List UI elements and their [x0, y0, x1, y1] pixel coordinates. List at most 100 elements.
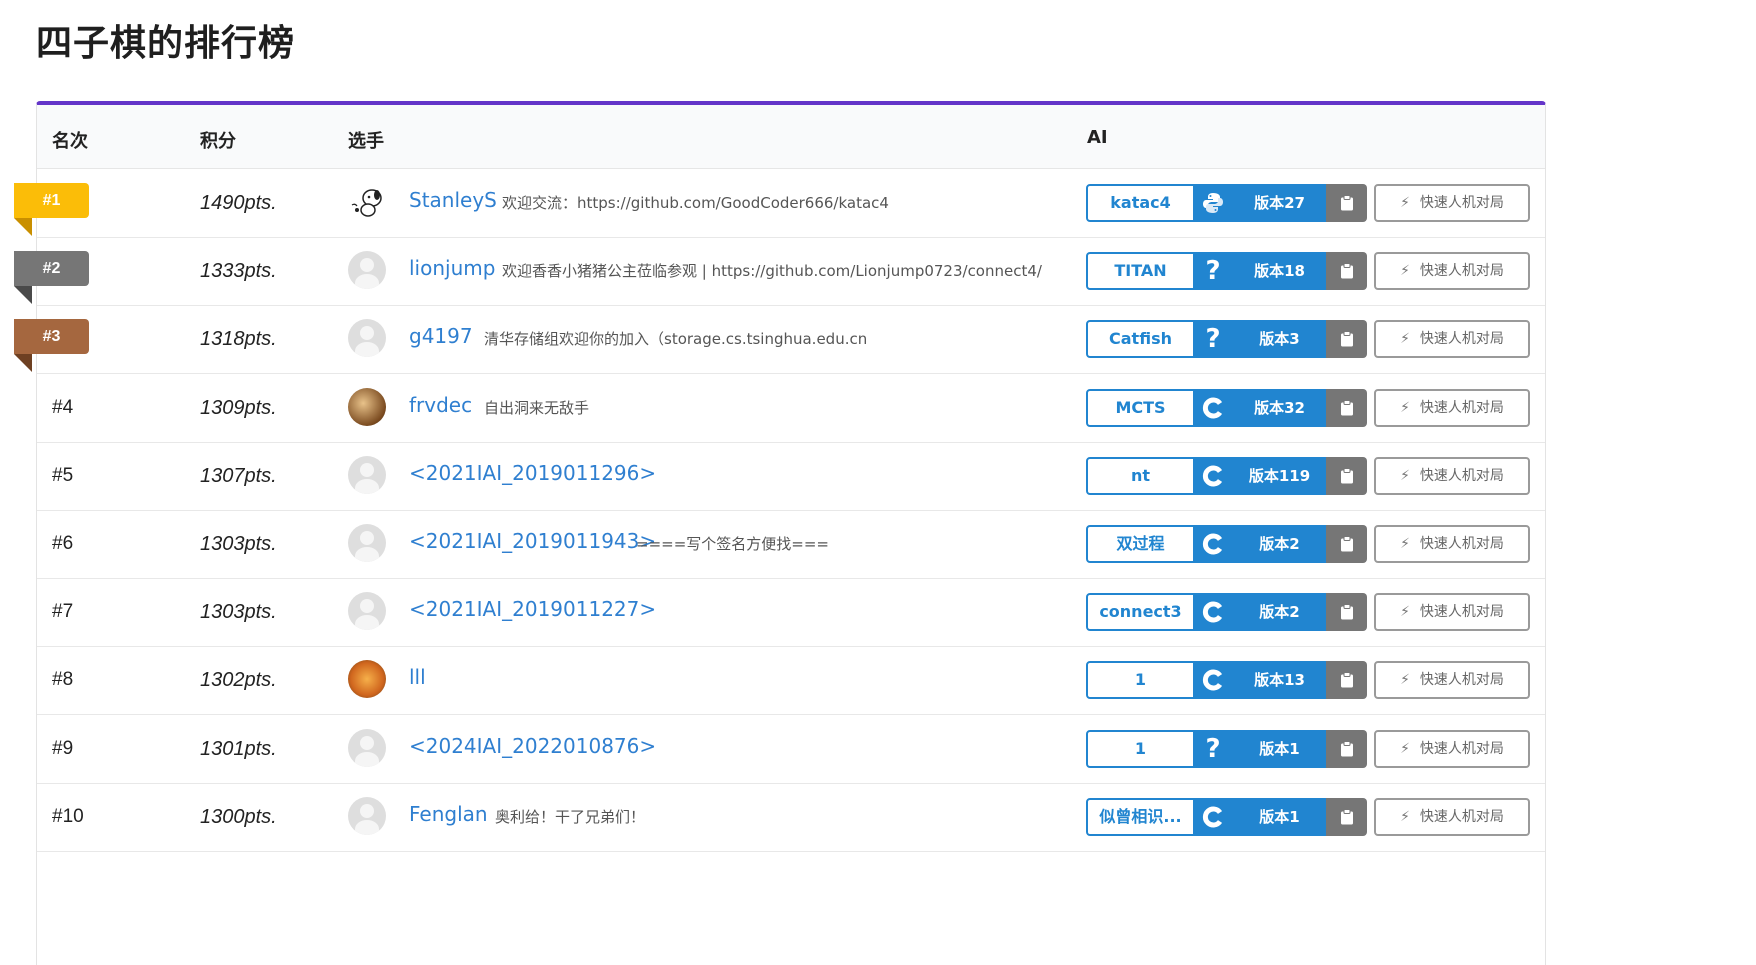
ai-version-button[interactable]: 版本3 [1233, 320, 1326, 359]
quick-match-button[interactable]: ⚡ 快速人机对局 [1374, 252, 1530, 291]
ai-name-button[interactable]: 1 [1086, 729, 1195, 768]
player-name-link[interactable]: <2021IAI_2019011227> [409, 597, 656, 621]
ai-name-button[interactable]: 似曾相识... [1086, 797, 1195, 836]
player-motto: 清华存储组欢迎你的加入（storage.cs.tsinghua.edu.cn [484, 330, 868, 349]
avatar[interactable] [348, 524, 386, 562]
ai-version-button[interactable]: 版本18 [1233, 252, 1326, 291]
rank-label: #8 [52, 669, 74, 691]
clipboard-icon[interactable] [1326, 525, 1367, 563]
quick-match-button[interactable]: ⚡ 快速人机对局 [1374, 729, 1530, 768]
avatar[interactable] [348, 455, 386, 494]
ai-button-group: TITAN ? 版本18 [1086, 252, 1367, 291]
table-row: #5 1307pts. <2021IAI_2019011296> nt 版本119 … [37, 442, 1545, 511]
ai-version-button[interactable]: 版本1 [1233, 797, 1326, 836]
quick-match-button[interactable]: ⚡ 快速人机对局 [1374, 797, 1530, 836]
bolt-icon: ⚡ [1400, 399, 1410, 416]
ai-name-button[interactable]: 1 [1086, 661, 1195, 700]
player-motto: 欢迎交流：https://github.com/GoodCoder666/kat… [502, 194, 889, 212]
rank-label: #4 [52, 396, 74, 418]
player-name-link[interactable]: frvdec [409, 393, 472, 417]
ai-name-button[interactable]: katac4 [1086, 184, 1195, 222]
ai-button-group: katac4 版本27 [1086, 184, 1367, 222]
page-title: 四子棋的排行榜 [36, 23, 296, 64]
player-name-link[interactable]: g4197 [409, 324, 473, 348]
table-row: #2 1333pts. lionjump 欢迎香香小猪猪公主莅临参观 | https:… [14, 237, 1545, 307]
ai-button-group: nt 版本119 [1086, 456, 1367, 495]
header-ai: AI [1087, 127, 1108, 148]
quick-match-button[interactable]: ⚡ 快速人机对局 [1374, 593, 1530, 632]
unknown-icon: ? [1193, 252, 1233, 291]
player-motto: ====写个签名方便找=== [636, 535, 829, 553]
ai-version-button[interactable]: 版本2 [1233, 593, 1326, 632]
c-icon [1193, 661, 1233, 700]
ai-button-group: 1 版本13 [1086, 661, 1367, 700]
quick-match-button[interactable]: ⚡ 快速人机对局 [1374, 525, 1530, 563]
player-name-link[interactable]: <2024IAI_2022010876> [409, 734, 656, 758]
clipboard-icon[interactable] [1326, 252, 1367, 291]
ai-name-button[interactable]: connect3 [1086, 593, 1195, 632]
leaderboard-table: 名次 积分 选手 AI #1 1490pts. StanleyS 欢迎交流：https… [14, 101, 1546, 965]
quick-match-button[interactable]: ⚡ 快速人机对局 [1374, 184, 1530, 222]
ai-name-button[interactable]: nt [1086, 456, 1195, 495]
ai-name-button[interactable]: Catfish [1086, 320, 1195, 359]
player-name-link[interactable]: lionjump [409, 256, 495, 280]
player-name-link[interactable]: Fenglan [409, 802, 488, 826]
c-icon [1193, 456, 1233, 495]
ai-version-button[interactable]: 版本32 [1233, 388, 1326, 427]
avatar[interactable] [348, 183, 386, 221]
player-name-link[interactable]: StanleyS [409, 188, 497, 212]
rank-ribbon: #2 [14, 251, 89, 305]
table-header: 名次 积分 选手 AI [37, 105, 1545, 169]
clipboard-icon[interactable] [1326, 797, 1367, 836]
quick-match-button[interactable]: ⚡ 快速人机对局 [1374, 661, 1530, 700]
clipboard-icon[interactable] [1326, 184, 1367, 222]
table-row: #7 1303pts. <2021IAI_2019011227> connect3 … [37, 578, 1545, 648]
avatar[interactable] [348, 592, 386, 631]
clipboard-icon[interactable] [1326, 320, 1367, 359]
player-name-link[interactable]: lll [409, 665, 426, 689]
clipboard-icon[interactable] [1326, 593, 1367, 632]
player-name-link[interactable]: <2021IAI_2019011296> [409, 461, 656, 485]
rank-label: #9 [52, 737, 74, 759]
avatar[interactable] [348, 796, 386, 835]
ai-version-button[interactable]: 版本1 [1233, 729, 1326, 768]
quick-match-button[interactable]: ⚡ 快速人机对局 [1374, 320, 1530, 359]
ai-name-button[interactable]: TITAN [1086, 252, 1195, 291]
quick-match-button[interactable]: ⚡ 快速人机对局 [1374, 388, 1530, 427]
score-value: 1303pts. [200, 533, 277, 555]
score-value: 1302pts. [200, 669, 277, 692]
clipboard-icon[interactable] [1326, 388, 1367, 427]
ai-button-group: 1 ? 版本1 [1086, 729, 1367, 768]
c-icon [1193, 797, 1233, 836]
table-row: #6 1303pts. <2021IAI_2019011943> ====写个签名方便… [37, 510, 1545, 579]
score-value: 1307pts. [200, 464, 277, 487]
ai-button-group: 双过程 版本2 [1086, 525, 1367, 563]
avatar[interactable] [348, 251, 386, 290]
ai-version-button[interactable]: 版本2 [1233, 525, 1326, 563]
ai-name-button[interactable]: MCTS [1086, 388, 1195, 427]
c-icon [1193, 388, 1233, 427]
score-value: 1490pts. [200, 192, 277, 214]
avatar[interactable] [348, 319, 386, 358]
bolt-icon: ⚡ [1400, 604, 1410, 621]
ai-version-button[interactable]: 版本13 [1233, 661, 1326, 700]
unknown-icon: ? [1193, 320, 1233, 359]
avatar[interactable] [348, 387, 386, 426]
bolt-icon: ⚡ [1400, 467, 1410, 484]
table-row: #4 1309pts. frvdec 自出洞来无敌手 MCTS 版本32 ⚡ 快速人机对… [37, 374, 1545, 443]
player-name-link[interactable]: <2021IAI_2019011943> [409, 529, 656, 553]
ai-version-button[interactable]: 版本27 [1233, 184, 1326, 222]
quick-match-button[interactable]: ⚡ 快速人机对局 [1374, 456, 1530, 495]
ai-name-button[interactable]: 双过程 [1086, 525, 1195, 563]
player-motto: 欢迎香香小猪猪公主莅临参观 | https://github.com/Lionj… [502, 262, 1042, 281]
clipboard-icon[interactable] [1326, 661, 1367, 700]
quick-match-label: 快速人机对局 [1419, 399, 1504, 416]
ai-version-button[interactable]: 版本119 [1233, 456, 1326, 495]
bolt-icon: ⚡ [1400, 263, 1410, 280]
clipboard-icon[interactable] [1326, 729, 1367, 768]
avatar[interactable] [348, 660, 386, 699]
avatar[interactable] [348, 728, 386, 767]
clipboard-icon[interactable] [1326, 456, 1367, 495]
quick-match-label: 快速人机对局 [1419, 467, 1504, 484]
rank-ribbon: #1 [14, 183, 89, 236]
